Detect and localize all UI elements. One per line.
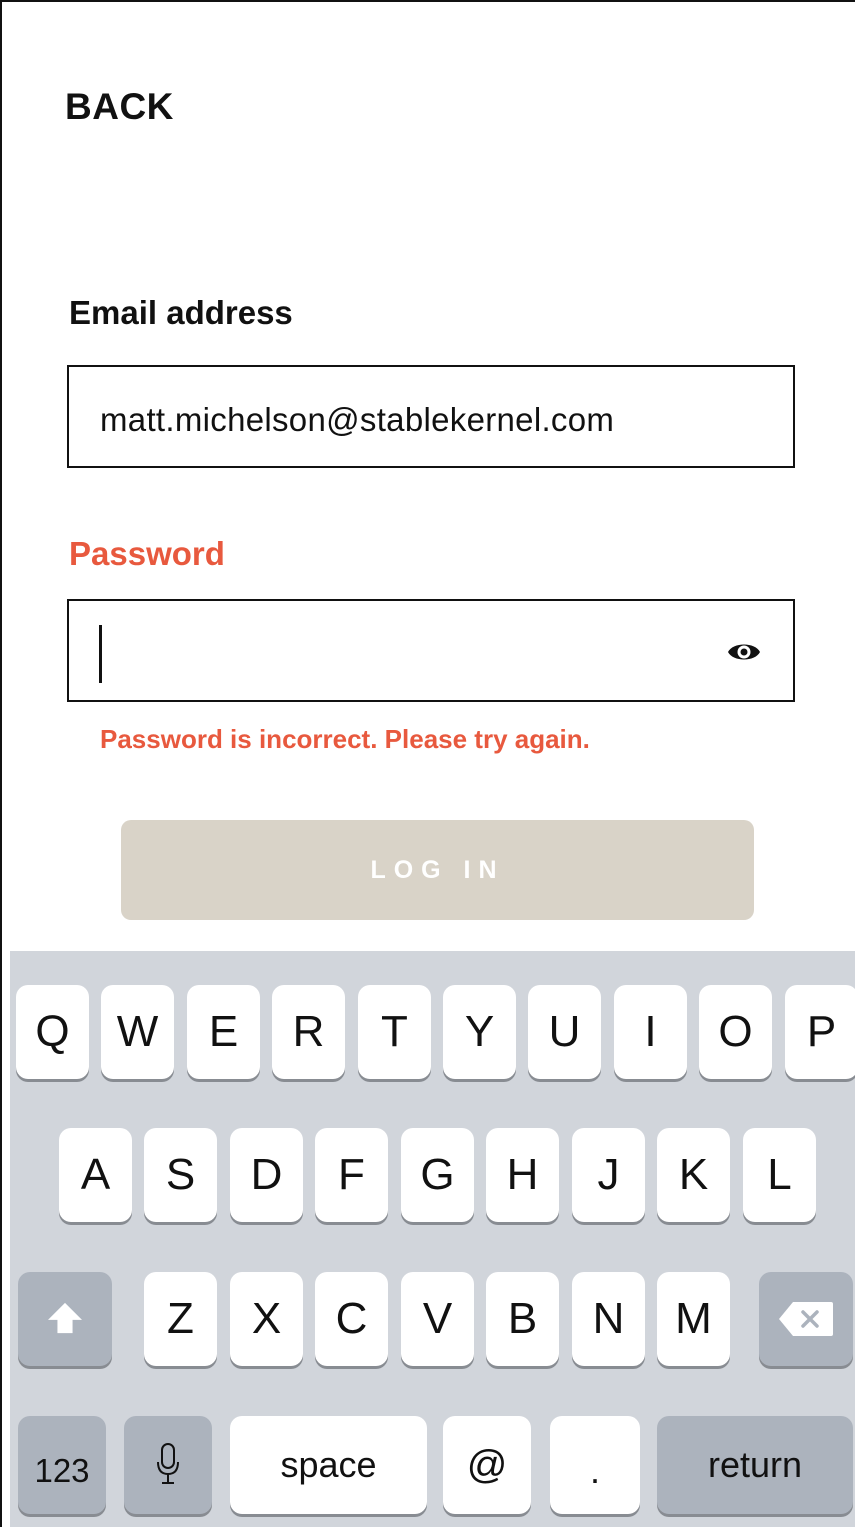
key-c[interactable]: C: [315, 1272, 388, 1366]
keyboard: Q W E R T Y U I O P A S D F G H J K L Z …: [10, 951, 855, 1527]
key-q[interactable]: Q: [16, 985, 89, 1079]
key-v[interactable]: V: [401, 1272, 474, 1366]
key-m[interactable]: M: [657, 1272, 730, 1366]
key-u[interactable]: U: [528, 985, 601, 1079]
key-b[interactable]: B: [486, 1272, 559, 1366]
shift-key[interactable]: [18, 1272, 112, 1366]
key-s[interactable]: S: [144, 1128, 217, 1222]
space-key[interactable]: space: [230, 1416, 427, 1514]
key-n[interactable]: N: [572, 1272, 645, 1366]
key-g[interactable]: G: [401, 1128, 474, 1222]
at-key[interactable]: @: [443, 1416, 531, 1514]
eye-icon[interactable]: [727, 639, 761, 665]
delete-key[interactable]: [759, 1272, 853, 1366]
key-a[interactable]: A: [59, 1128, 132, 1222]
key-y[interactable]: Y: [443, 985, 516, 1079]
key-l[interactable]: L: [743, 1128, 816, 1222]
password-error-message: Password is incorrect. Please try again.: [100, 724, 590, 754]
key-f[interactable]: F: [315, 1128, 388, 1222]
key-z[interactable]: Z: [144, 1272, 217, 1366]
back-button[interactable]: BACK: [65, 86, 174, 128]
key-k[interactable]: K: [657, 1128, 730, 1222]
key-h[interactable]: H: [486, 1128, 559, 1222]
email-value: matt.michelson@stablekernel.com: [100, 401, 615, 438]
key-r[interactable]: R: [272, 985, 345, 1079]
shift-arrow-icon: [48, 1302, 82, 1334]
password-label: Password: [69, 535, 225, 572]
key-d[interactable]: D: [230, 1128, 303, 1222]
key-j[interactable]: J: [572, 1128, 645, 1222]
microphone-icon: [157, 1443, 179, 1484]
numbers-key[interactable]: 123: [18, 1416, 106, 1514]
text-cursor: [99, 625, 102, 683]
key-p[interactable]: P: [785, 985, 855, 1079]
key-t[interactable]: T: [358, 985, 431, 1079]
key-o[interactable]: O: [699, 985, 772, 1079]
password-field[interactable]: [67, 599, 795, 702]
email-field[interactable]: matt.michelson@stablekernel.com: [67, 365, 795, 468]
email-label: Email address: [69, 294, 293, 331]
key-i[interactable]: I: [614, 985, 687, 1079]
return-key[interactable]: return: [657, 1416, 853, 1514]
key-e[interactable]: E: [187, 985, 260, 1079]
backspace-icon: [779, 1302, 833, 1336]
key-x[interactable]: X: [230, 1272, 303, 1366]
dictation-key[interactable]: [124, 1416, 212, 1514]
period-key[interactable]: .: [550, 1416, 640, 1514]
login-button[interactable]: LOG IN: [121, 820, 754, 920]
key-w[interactable]: W: [101, 985, 174, 1079]
